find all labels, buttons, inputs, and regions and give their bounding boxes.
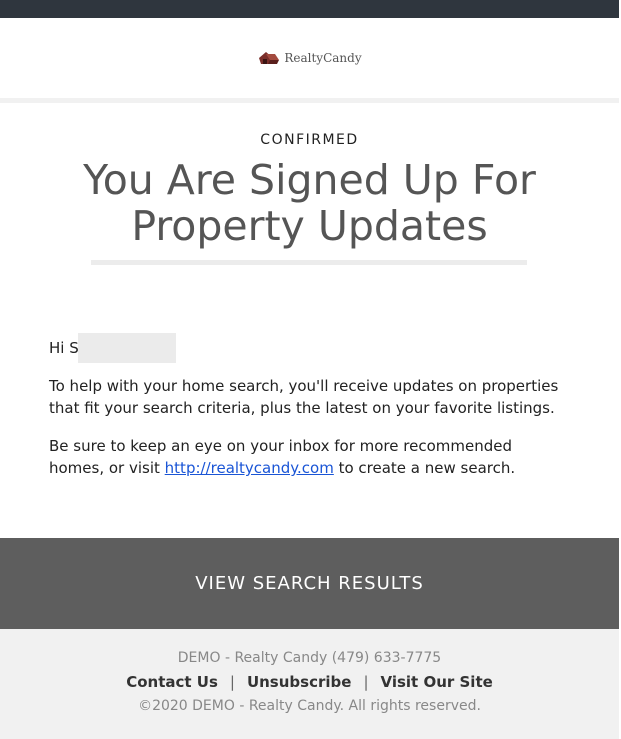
confirmation-card: CONFIRMED You Are Signed Up For Property…: [0, 103, 619, 538]
footer-separator: |: [229, 673, 235, 691]
intro-paragraph: To help with your home search, you'll re…: [49, 377, 559, 417]
footer-separator: |: [363, 673, 369, 691]
realtycandy-link[interactable]: http://realtycandy.com: [165, 459, 334, 477]
top-bar: [0, 0, 619, 18]
brand-name: RealtyCandy: [284, 51, 362, 65]
followup-text-after: to create a new search.: [333, 459, 516, 477]
brand-logo[interactable]: RealtyCandy: [257, 51, 362, 65]
view-search-results-label: VIEW SEARCH RESULTS: [195, 573, 424, 594]
copyright: ©2020 DEMO - Realty Candy. All rights re…: [138, 698, 481, 714]
candy-house-icon: [257, 51, 281, 65]
redacted-name: [77, 333, 176, 363]
view-search-results-button[interactable]: VIEW SEARCH RESULTS: [0, 538, 619, 629]
contact-us-link[interactable]: Contact Us: [126, 673, 218, 691]
confirmed-label: CONFIRMED: [260, 132, 359, 148]
followup-paragraph: Be sure to keep an eye on your inbox for…: [49, 435, 569, 479]
contact-line: DEMO - Realty Candy (479) 633-7775: [177, 650, 442, 666]
greeting-text: Hi: [49, 339, 65, 357]
greeting: Hi S: [49, 333, 176, 363]
email-footer: DEMO - Realty Candy (479) 633-7775 Conta…: [0, 629, 619, 739]
visit-our-site-link[interactable]: Visit Our Site: [381, 673, 493, 691]
title-divider: [91, 260, 527, 265]
page-title: You Are Signed Up For Property Updates: [83, 156, 536, 250]
footer-links: Contact Us | Unsubscribe | Visit Our Site: [0, 673, 619, 691]
unsubscribe-link[interactable]: Unsubscribe: [247, 673, 351, 691]
email-header: RealtyCandy: [0, 18, 619, 98]
